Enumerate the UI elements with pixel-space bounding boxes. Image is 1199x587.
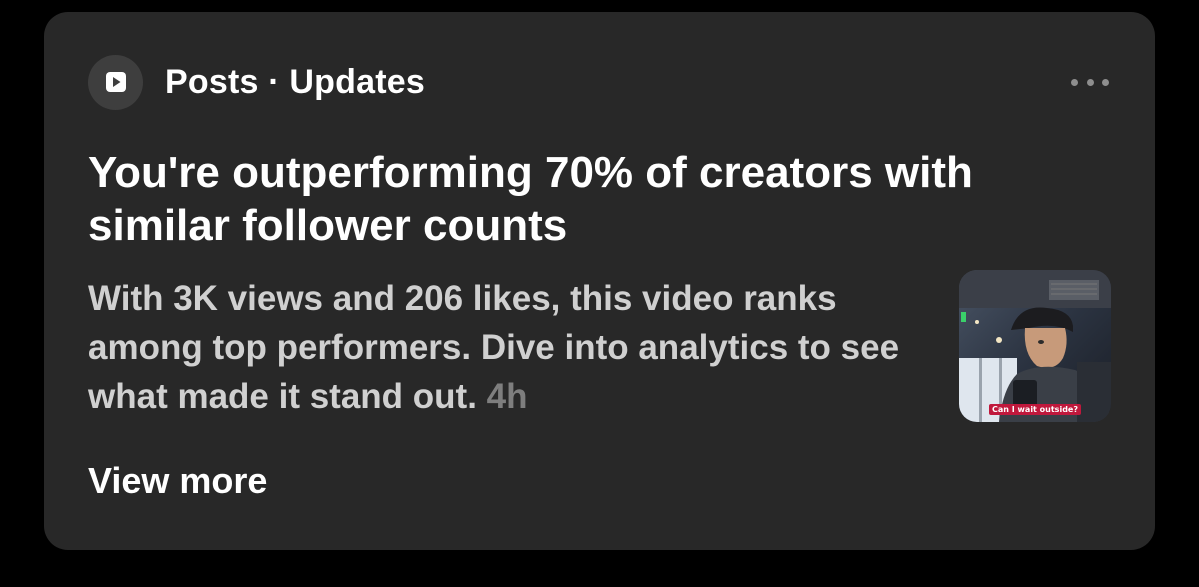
notification-body: With 3K views and 206 likes, this video … (88, 274, 928, 421)
video-thumbnail[interactable]: Can I wait outside? (959, 270, 1111, 422)
notification-headline: You're outperforming 70% of creators wit… (88, 148, 973, 250)
play-square-icon (88, 54, 143, 110)
more-dot (1102, 78, 1109, 86)
thumbnail-caption: Can I wait outside? (959, 404, 1111, 415)
notification-timestamp: 4h (486, 377, 528, 416)
notification-header: Posts · Updates (88, 54, 425, 110)
more-options-icon[interactable] (1071, 74, 1109, 90)
notification-card[interactable]: Posts · Updates You're outperforming 70%… (44, 12, 1155, 550)
more-dot (1086, 78, 1094, 86)
view-more-button[interactable]: View more (88, 460, 267, 502)
more-dot (1071, 78, 1078, 86)
header-title: Posts · Updates (165, 62, 425, 101)
video-thumbnail-image (959, 270, 1111, 422)
